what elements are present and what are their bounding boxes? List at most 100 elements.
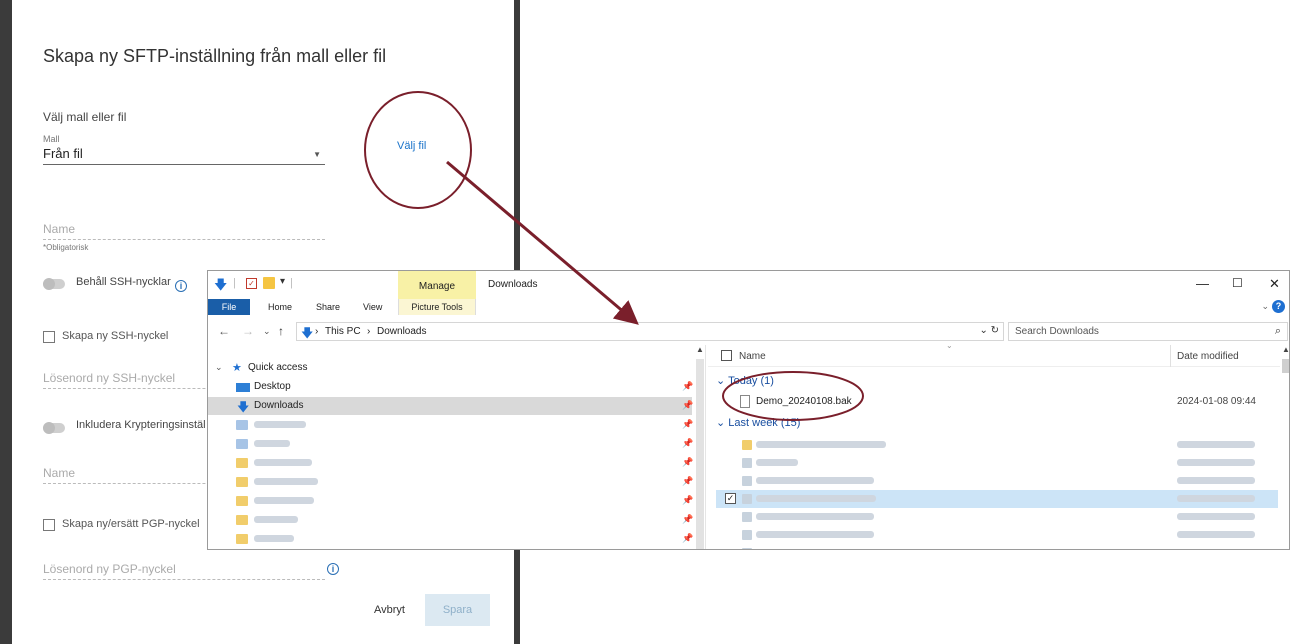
- folder-icon: [236, 496, 248, 506]
- file-row[interactable]: [716, 544, 1278, 549]
- row-checkbox[interactable]: ✓: [725, 493, 736, 504]
- search-icon: ⌕: [1274, 325, 1281, 337]
- choose-file-link[interactable]: Välj fil: [397, 140, 426, 152]
- mall-select[interactable]: Från fil ▼: [43, 146, 325, 165]
- pin-icon[interactable]: 📌: [682, 495, 693, 506]
- nav-item-blurred[interactable]: 📌: [208, 530, 693, 548]
- separator: |: [290, 277, 293, 289]
- breadcrumb-downloads[interactable]: Downloads: [377, 326, 426, 337]
- nav-item-blurred[interactable]: 📌: [208, 454, 693, 472]
- window-title: Downloads: [488, 279, 538, 290]
- file-row[interactable]: [716, 436, 1278, 454]
- file-date: 2024-01-08 09:44: [1177, 396, 1256, 407]
- include-encryption-toggle[interactable]: [43, 422, 65, 434]
- cancel-button[interactable]: Avbryt: [374, 604, 405, 616]
- scrollbar-thumb[interactable]: [1282, 359, 1289, 373]
- help-icon[interactable]: ?: [1272, 300, 1285, 313]
- file-row[interactable]: [716, 508, 1278, 526]
- column-divider[interactable]: [1170, 345, 1171, 367]
- save-button[interactable]: Spara: [425, 594, 490, 626]
- pin-icon[interactable]: 📌: [682, 514, 693, 525]
- file-row[interactable]: [716, 454, 1278, 472]
- create-pgp-key-checkbox[interactable]: [43, 519, 55, 531]
- nav-item-blurred[interactable]: 📌: [208, 511, 693, 529]
- pin-icon[interactable]: 📌: [682, 381, 693, 392]
- pin-icon[interactable]: 📌: [682, 438, 693, 449]
- tab-picture-tools[interactable]: Picture Tools: [398, 299, 476, 315]
- create-ssh-key-checkbox[interactable]: [43, 331, 55, 343]
- select-all-checkbox[interactable]: [721, 350, 732, 361]
- group-last-week[interactable]: ⌄ Last week (15): [716, 416, 800, 429]
- group-today[interactable]: ⌄ Today (1): [716, 374, 774, 387]
- recent-locations-icon[interactable]: ⌄: [263, 326, 271, 337]
- scroll-up-icon[interactable]: ▲: [696, 345, 704, 354]
- search-placeholder: Search Downloads: [1015, 326, 1099, 337]
- nav-item-blurred[interactable]: 📌: [208, 473, 693, 491]
- file-row[interactable]: ✓: [716, 490, 1278, 508]
- breadcrumb-this-pc[interactable]: This PC: [325, 326, 361, 337]
- nav-item-blurred[interactable]: 📌: [208, 416, 693, 434]
- close-icon[interactable]: ✕: [1269, 276, 1280, 292]
- image-icon: [742, 548, 752, 549]
- pgp-password-input[interactable]: Lösenord ny PGP-nyckel: [43, 562, 325, 580]
- nav-item-downloads[interactable]: 🡇 Downloads 📌: [208, 397, 693, 415]
- keep-ssh-keys-label: Behåll SSH-nycklar: [76, 276, 171, 288]
- file-row[interactable]: Demo_20240108.bak 2024-01-08 09:44: [716, 393, 1278, 411]
- forward-arrow-icon[interactable]: →: [242, 324, 254, 338]
- nav-item-blurred[interactable]: 📌: [208, 435, 693, 453]
- scroll-up-icon[interactable]: ▲: [1282, 345, 1289, 354]
- star-icon: ★: [232, 362, 242, 374]
- download-folder-icon: 🡇: [301, 326, 314, 340]
- new-folder-icon[interactable]: [263, 277, 275, 289]
- sort-chevron-icon: ⌄: [946, 341, 953, 350]
- tab-share[interactable]: Share: [316, 302, 340, 312]
- caret-down-icon: ▼: [313, 150, 321, 159]
- nav-item-label: Quick access: [248, 362, 308, 373]
- tab-home[interactable]: Home: [268, 302, 292, 312]
- properties-icon[interactable]: ✓: [246, 278, 257, 289]
- file-row[interactable]: [716, 472, 1278, 490]
- pin-icon[interactable]: 📌: [682, 533, 693, 544]
- nav-item-desktop[interactable]: Desktop 📌: [208, 378, 693, 396]
- info-icon[interactable]: i: [327, 563, 339, 575]
- tab-file[interactable]: File: [208, 299, 250, 315]
- scrollbar-thumb[interactable]: [696, 359, 704, 549]
- nav-item-blurred[interactable]: 📌: [208, 492, 693, 510]
- customize-toolbar-icon[interactable]: ▾: [280, 276, 285, 287]
- address-path[interactable]: 🡇 › This PC › Downloads ⌄ ↻: [296, 322, 1004, 341]
- pin-icon[interactable]: 📌: [682, 476, 693, 487]
- name-input[interactable]: Name: [43, 222, 325, 240]
- file-list-scrollbar[interactable]: ▲: [1281, 345, 1289, 549]
- chevron-down-icon[interactable]: ⌄: [215, 362, 223, 373]
- keep-ssh-keys-toggle[interactable]: [43, 278, 65, 290]
- info-icon[interactable]: i: [175, 280, 187, 292]
- pictures-icon: [236, 439, 248, 449]
- file-row[interactable]: [716, 526, 1278, 544]
- tab-view[interactable]: View: [363, 302, 382, 312]
- column-name[interactable]: Name: [739, 351, 766, 362]
- up-arrow-icon[interactable]: ↑: [278, 324, 284, 338]
- ribbon: File Home Share View Picture Tools ⌄ ?: [208, 299, 1289, 315]
- pin-icon[interactable]: 📌: [682, 457, 693, 468]
- manage-tab[interactable]: Manage: [398, 271, 476, 299]
- pin-icon[interactable]: 📌: [682, 419, 693, 430]
- refresh-icon[interactable]: ⌄ ↻: [979, 325, 999, 336]
- download-arrow-icon[interactable]: 🡇: [214, 276, 227, 298]
- name-placeholder: Name: [43, 222, 76, 236]
- chevron-down-icon: ⌄: [716, 417, 726, 429]
- column-date-modified[interactable]: Date modified: [1177, 351, 1239, 362]
- navigation-scrollbar[interactable]: ▲: [694, 345, 706, 549]
- breadcrumb-separator: ›: [367, 326, 371, 337]
- minimize-icon[interactable]: —: [1196, 276, 1209, 291]
- back-arrow-icon[interactable]: ←: [218, 324, 230, 338]
- image-icon: [742, 512, 752, 522]
- address-bar: ← → ⌄ ↑ 🡇 › This PC › Downloads ⌄ ↻ Sear…: [208, 321, 1289, 343]
- image-icon: [742, 530, 752, 540]
- file-list: Name ⌄ Date modified ⌄ Today (1) Demo_20…: [708, 341, 1289, 549]
- pin-icon[interactable]: 📌: [682, 400, 693, 411]
- folder-icon: [236, 458, 248, 468]
- nav-item-quick-access[interactable]: ⌄ ★ Quick access: [208, 359, 692, 377]
- search-input[interactable]: Search Downloads ⌕: [1008, 322, 1288, 341]
- chevron-down-icon[interactable]: ⌄: [1261, 301, 1269, 312]
- maximize-icon[interactable]: ☐: [1232, 276, 1243, 290]
